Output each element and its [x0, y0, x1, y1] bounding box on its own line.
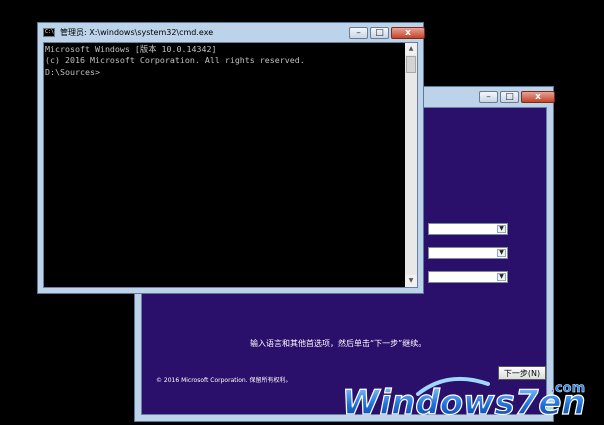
windows7en-watermark-logo: Windows7en .com [341, 376, 586, 424]
language-select[interactable]: ▼ [428, 223, 508, 235]
console-line: Microsoft Windows [版本 10.0.14342] [45, 44, 217, 54]
setup-instruction-text: 输入语言和其他首选项，然后单击“下一步”继续。 [250, 339, 427, 348]
setup-copyright-text: © 2016 Microsoft Corporation. 保留所有权利。 [156, 377, 292, 384]
scroll-up-arrow-icon[interactable]: ▲ [405, 43, 417, 55]
setup-close-button[interactable]: x [521, 91, 555, 103]
logo-domain-suffix: .com [550, 381, 585, 396]
setup-window-controls: – □ x [479, 91, 555, 103]
scroll-down-arrow-icon[interactable]: ▼ [405, 275, 417, 287]
cmd-client-area: Microsoft Windows [版本 10.0.14342] (c) 20… [43, 42, 418, 288]
chevron-down-icon[interactable]: ▼ [497, 225, 506, 233]
vertical-scrollbar[interactable]: ▲ ▼ [405, 43, 417, 287]
keyboard-input-select[interactable]: ▼ [428, 271, 508, 283]
scrollbar-thumb[interactable] [406, 56, 416, 73]
cmd-app-icon[interactable]: C:\ [43, 28, 55, 37]
cmd-titlebar[interactable]: C:\ 管理员: X:\windows\system32\cmd.exe – □… [38, 23, 425, 41]
console-line: (c) 2016 Microsoft Corporation. All righ… [45, 55, 305, 66]
setup-minimize-button[interactable]: – [479, 91, 498, 103]
cmd-close-button[interactable]: x [391, 27, 425, 39]
cmd-window: C:\ 管理员: X:\windows\system32\cmd.exe – □… [37, 22, 425, 294]
cmd-maximize-button[interactable]: □ [370, 27, 389, 39]
console-output[interactable]: Microsoft Windows [版本 10.0.14342] (c) 20… [44, 43, 405, 287]
time-currency-format-select[interactable]: ▼ [428, 247, 508, 259]
cmd-window-title: 管理员: X:\windows\system32\cmd.exe [60, 28, 214, 37]
cmd-window-controls: – □ x [349, 27, 425, 39]
chevron-down-icon[interactable]: ▼ [497, 249, 506, 257]
chevron-down-icon[interactable]: ▼ [497, 273, 506, 281]
cmd-minimize-button[interactable]: – [349, 27, 368, 39]
setup-maximize-button[interactable]: □ [500, 91, 519, 103]
console-prompt-line: D:\Sources> [45, 66, 100, 77]
